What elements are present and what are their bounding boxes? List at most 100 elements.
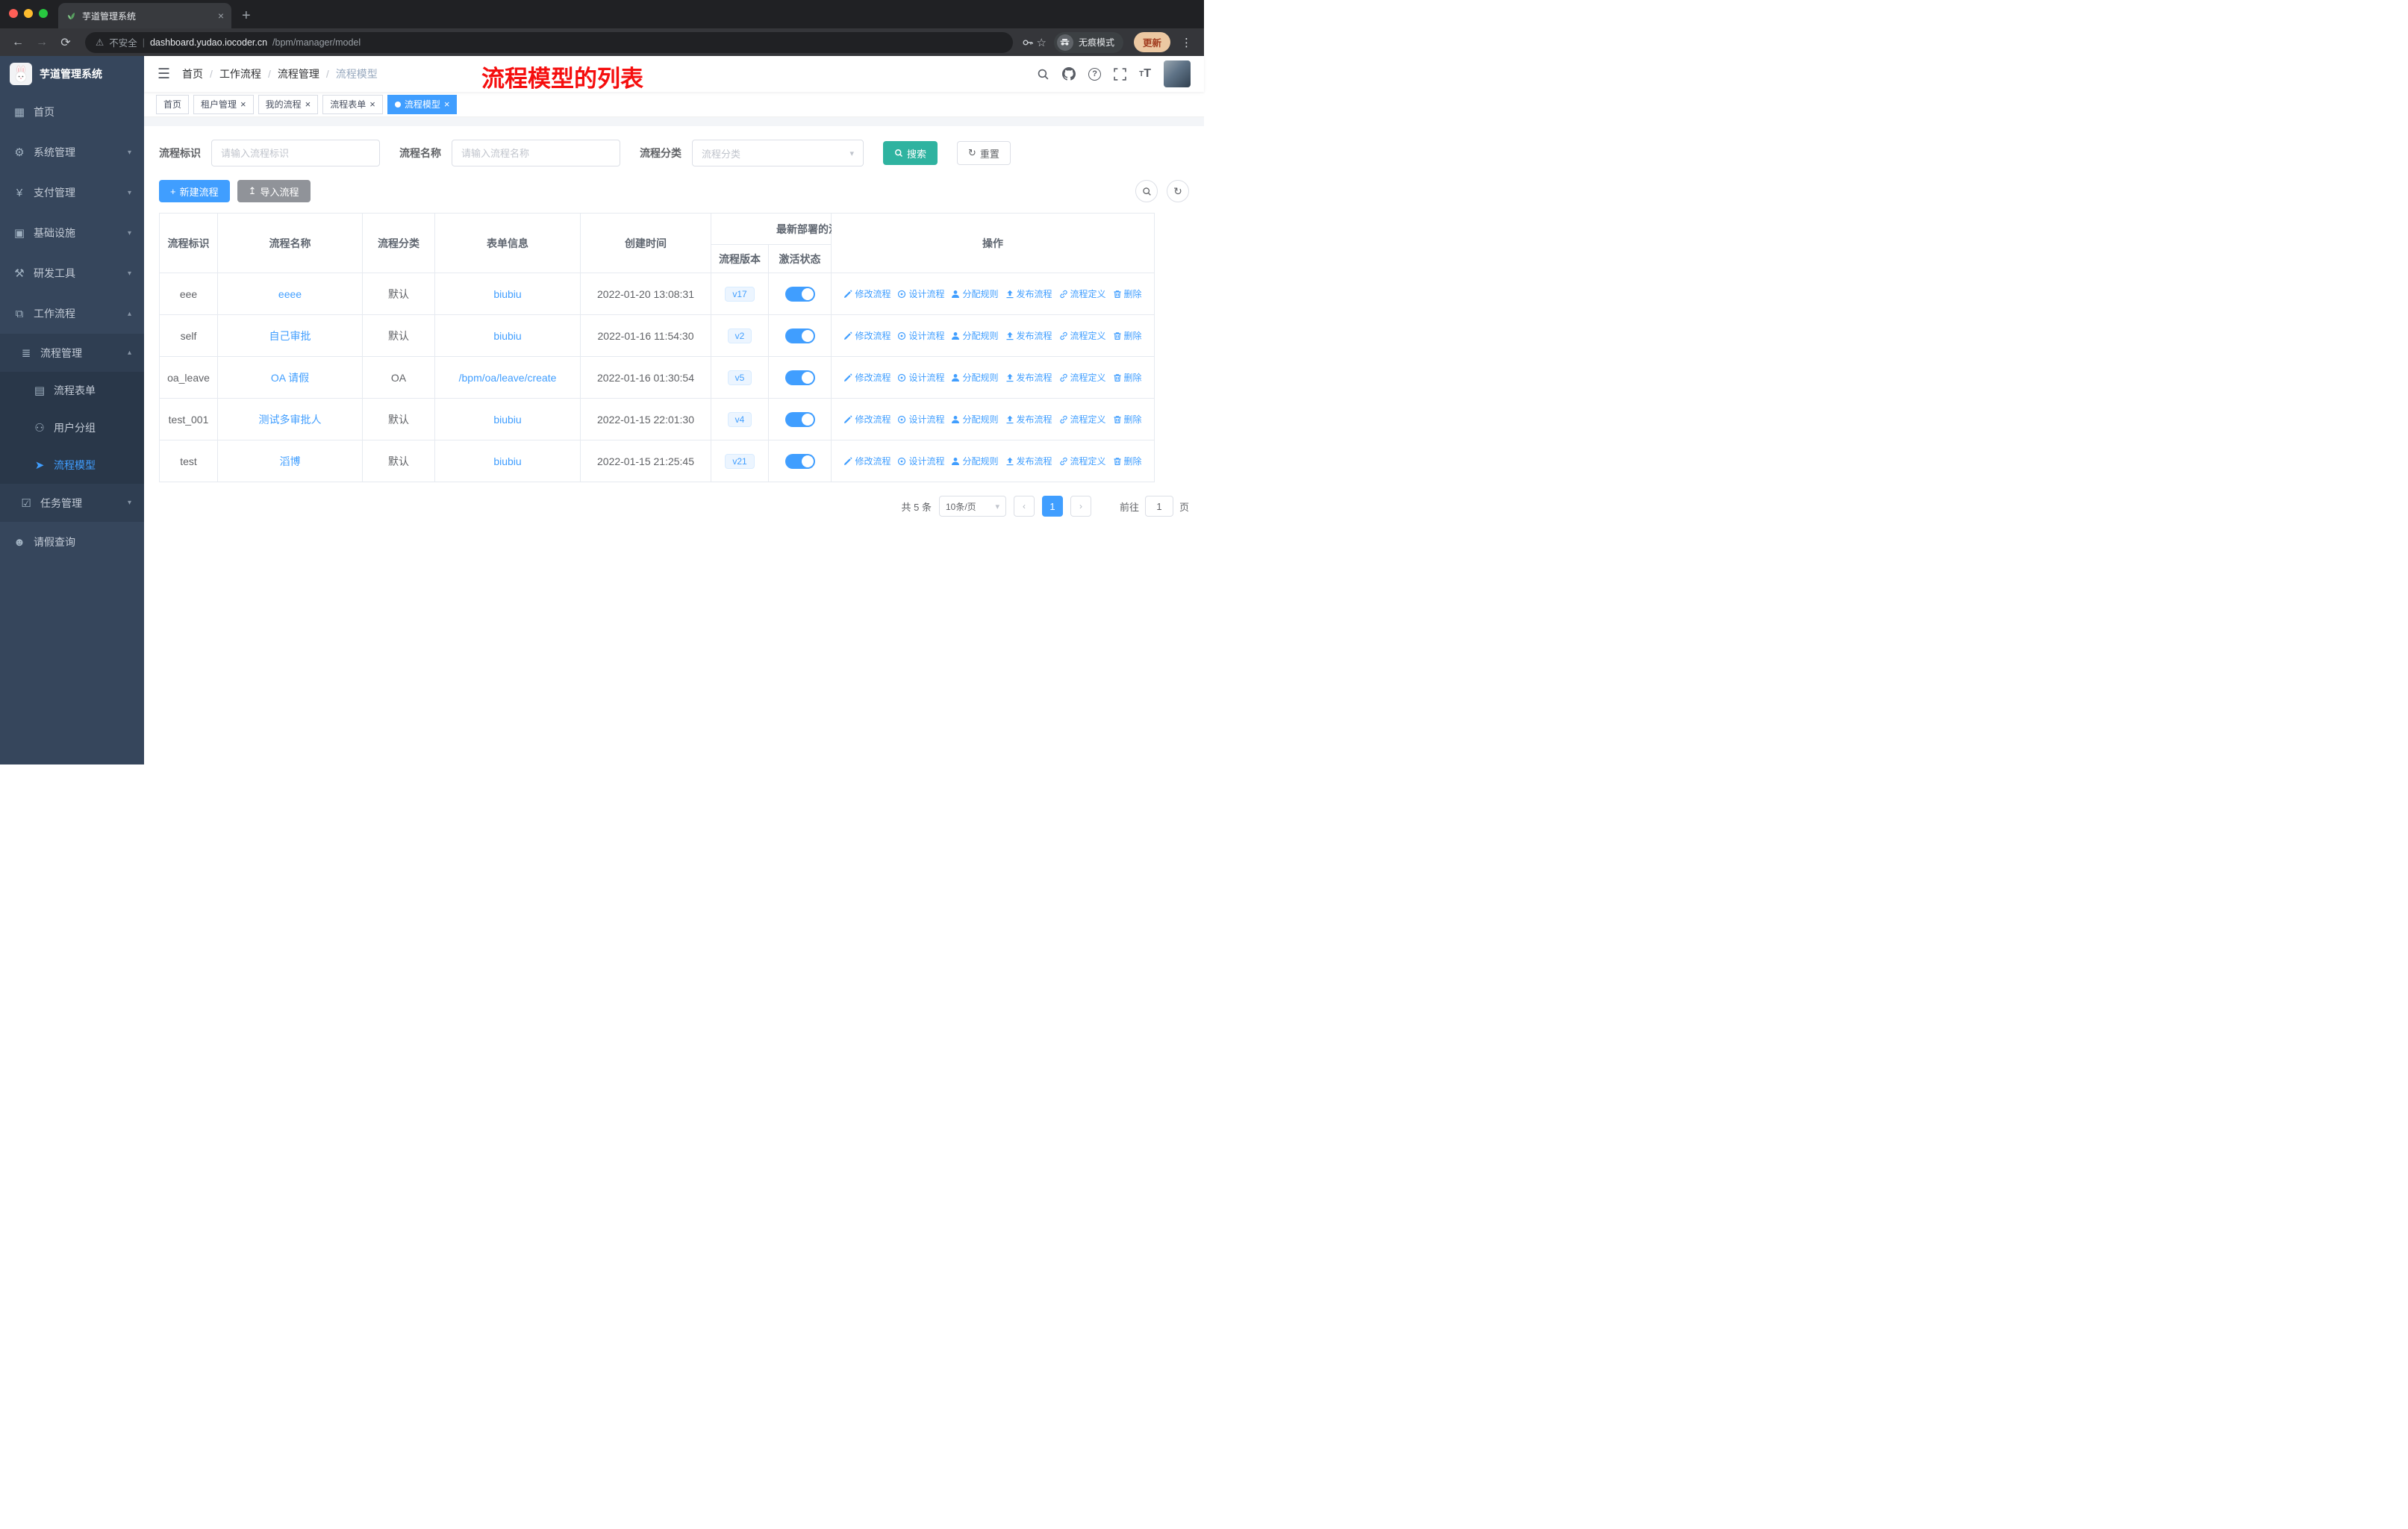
tag-流程模型[interactable]: 流程模型 × bbox=[387, 94, 458, 114]
minimize-window-button[interactable] bbox=[24, 9, 33, 18]
tab-close-icon[interactable]: × bbox=[218, 10, 224, 22]
action-process-definition[interactable]: 流程定义 bbox=[1059, 287, 1106, 300]
sidebar-item-devtools[interactable]: ⚒ 研发工具 ▾ bbox=[0, 253, 144, 293]
action-process-definition[interactable]: 流程定义 bbox=[1059, 455, 1106, 467]
page-size-select[interactable]: 10条/页 ▾ bbox=[938, 496, 1006, 517]
form-info-link[interactable]: biubiu bbox=[493, 455, 521, 467]
action-publish-process[interactable]: 发布流程 bbox=[1005, 413, 1052, 426]
model-name-link[interactable]: eeee bbox=[278, 288, 302, 300]
action-design-process[interactable]: 设计流程 bbox=[897, 413, 944, 426]
search-icon[interactable] bbox=[1037, 68, 1049, 81]
action-delete[interactable]: 删除 bbox=[1113, 329, 1142, 342]
action-edit-process[interactable]: 修改流程 bbox=[843, 329, 890, 342]
browser-menu-icon[interactable]: ⋮ bbox=[1176, 36, 1197, 49]
action-edit-process[interactable]: 修改流程 bbox=[843, 455, 890, 467]
refresh-button[interactable]: ↻ bbox=[1167, 180, 1189, 202]
action-delete[interactable]: 删除 bbox=[1113, 455, 1142, 467]
form-info-link[interactable]: biubiu bbox=[493, 414, 521, 426]
sidebar-item-process-manage[interactable]: ≣ 流程管理 ▴ bbox=[0, 334, 144, 372]
action-process-definition[interactable]: 流程定义 bbox=[1059, 329, 1106, 342]
sidebar-item-home[interactable]: ▦ 首页 bbox=[0, 92, 144, 132]
action-delete[interactable]: 删除 bbox=[1113, 371, 1142, 384]
tag-close-icon[interactable]: × bbox=[240, 99, 246, 109]
action-publish-process[interactable]: 发布流程 bbox=[1005, 329, 1052, 342]
process-name-input[interactable] bbox=[452, 140, 620, 166]
update-button[interactable]: 更新 bbox=[1133, 32, 1170, 52]
action-delete[interactable]: 删除 bbox=[1113, 287, 1142, 300]
active-toggle[interactable] bbox=[785, 328, 815, 343]
help-icon[interactable]: ? bbox=[1088, 67, 1102, 81]
tag-流程表单[interactable]: 流程表单 × bbox=[322, 94, 383, 114]
sidebar-collapse-icon[interactable]: ☰ bbox=[157, 66, 170, 83]
active-toggle[interactable] bbox=[785, 370, 815, 385]
sidebar-item-infra[interactable]: ▣ 基础设施 ▾ bbox=[0, 213, 144, 253]
create-process-button[interactable]: + 新建流程 bbox=[159, 180, 230, 202]
tag-租户管理[interactable]: 租户管理 × bbox=[193, 94, 254, 114]
action-process-definition[interactable]: 流程定义 bbox=[1059, 413, 1106, 426]
action-design-process[interactable]: 设计流程 bbox=[897, 455, 944, 467]
action-design-process[interactable]: 设计流程 bbox=[897, 287, 944, 300]
action-assign-rule[interactable]: 分配规则 bbox=[951, 413, 999, 426]
new-tab-button[interactable]: + bbox=[231, 3, 261, 28]
tag-close-icon[interactable]: × bbox=[369, 99, 375, 109]
process-key-input[interactable] bbox=[211, 140, 380, 166]
toggle-search-button[interactable] bbox=[1135, 180, 1158, 202]
sidebar-item-task-manage[interactable]: ☑ 任务管理 ▾ bbox=[0, 484, 144, 522]
active-toggle[interactable] bbox=[785, 453, 815, 469]
breadcrumb-item[interactable]: 流程管理 bbox=[278, 66, 319, 81]
tag-close-icon[interactable]: × bbox=[444, 99, 450, 109]
reset-button[interactable]: ↻ 重置 bbox=[957, 141, 1011, 165]
sidebar-item-process-model[interactable]: ➤ 流程模型 bbox=[0, 446, 144, 484]
reload-button[interactable]: ⟳ bbox=[55, 35, 76, 50]
action-edit-process[interactable]: 修改流程 bbox=[843, 287, 890, 300]
active-toggle[interactable] bbox=[785, 411, 815, 427]
maximize-window-button[interactable] bbox=[39, 9, 48, 18]
password-key-icon[interactable] bbox=[1022, 37, 1034, 49]
sidebar-item-process-form[interactable]: ▤ 流程表单 bbox=[0, 372, 144, 409]
back-button[interactable]: ← bbox=[7, 36, 28, 49]
action-assign-rule[interactable]: 分配规则 bbox=[951, 371, 999, 384]
search-button[interactable]: 搜索 bbox=[883, 141, 938, 165]
import-process-button[interactable]: ↥ 导入流程 bbox=[237, 180, 311, 202]
action-process-definition[interactable]: 流程定义 bbox=[1059, 371, 1106, 384]
breadcrumb-item[interactable]: 工作流程 bbox=[219, 66, 261, 81]
form-info-link[interactable]: /bpm/oa/leave/create bbox=[459, 372, 557, 384]
sidebar-item-payment[interactable]: ¥ 支付管理 ▾ bbox=[0, 172, 144, 213]
bookmark-star-icon[interactable]: ☆ bbox=[1037, 36, 1047, 49]
app-logo-row[interactable]: 芋道管理系统 bbox=[0, 56, 144, 92]
font-size-icon[interactable]: TT bbox=[1139, 67, 1151, 81]
sidebar-item-leave-query[interactable]: ☻ 请假查询 bbox=[0, 522, 144, 562]
action-design-process[interactable]: 设计流程 bbox=[897, 371, 944, 384]
sidebar-item-workflow[interactable]: ⧉ 工作流程 ▴ bbox=[0, 293, 144, 334]
tag-close-icon[interactable]: × bbox=[305, 99, 311, 109]
fullscreen-icon[interactable] bbox=[1114, 67, 1126, 81]
active-toggle[interactable] bbox=[785, 286, 815, 302]
tag-我的流程[interactable]: 我的流程 × bbox=[258, 94, 319, 114]
incognito-badge[interactable]: 无痕模式 bbox=[1053, 31, 1123, 53]
tag-首页[interactable]: 首页 bbox=[156, 94, 190, 114]
user-avatar[interactable] bbox=[1164, 60, 1191, 87]
action-delete[interactable]: 删除 bbox=[1113, 413, 1142, 426]
action-design-process[interactable]: 设计流程 bbox=[897, 329, 944, 342]
github-icon[interactable] bbox=[1062, 67, 1076, 81]
address-bar[interactable]: ⚠ 不安全 | dashboard.yudao.iocoder.cn/bpm/m… bbox=[85, 31, 1013, 53]
breadcrumb-item[interactable]: 首页 bbox=[182, 66, 203, 81]
close-window-button[interactable] bbox=[9, 9, 18, 18]
process-category-select[interactable]: 流程分类 ▾ bbox=[692, 140, 864, 166]
form-info-link[interactable]: biubiu bbox=[493, 330, 521, 342]
form-info-link[interactable]: biubiu bbox=[493, 288, 521, 300]
action-assign-rule[interactable]: 分配规则 bbox=[951, 329, 999, 342]
sidebar-item-user-group[interactable]: ⚇ 用户分组 bbox=[0, 409, 144, 446]
action-assign-rule[interactable]: 分配规则 bbox=[951, 455, 999, 467]
action-edit-process[interactable]: 修改流程 bbox=[843, 371, 890, 384]
model-name-link[interactable]: OA 请假 bbox=[271, 372, 309, 384]
goto-page-input[interactable] bbox=[1144, 496, 1173, 517]
action-publish-process[interactable]: 发布流程 bbox=[1005, 455, 1052, 467]
model-name-link[interactable]: 自己审批 bbox=[269, 330, 311, 342]
browser-tab[interactable]: 芋道管理系统 × bbox=[58, 3, 231, 28]
current-page-button[interactable]: 1 bbox=[1041, 496, 1063, 517]
model-name-link[interactable]: 测试多审批人 bbox=[259, 414, 322, 426]
action-edit-process[interactable]: 修改流程 bbox=[843, 413, 890, 426]
prev-page-button[interactable]: ‹ bbox=[1013, 496, 1035, 517]
action-publish-process[interactable]: 发布流程 bbox=[1005, 371, 1052, 384]
